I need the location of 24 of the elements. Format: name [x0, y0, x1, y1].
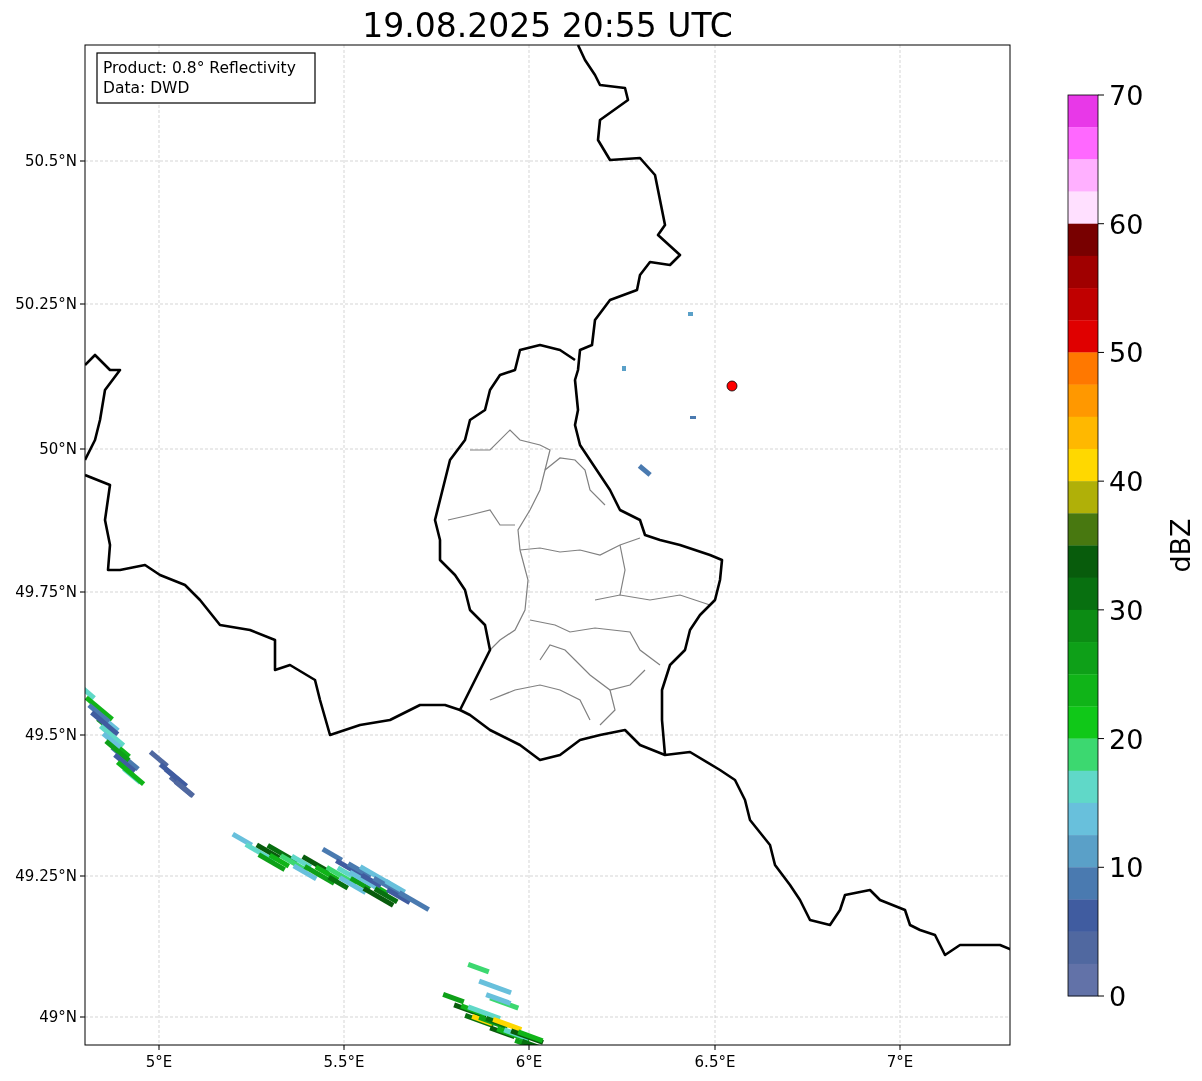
axis-tick-label: 49.75°N	[15, 583, 77, 601]
colorbar-tick-label: 40	[1109, 466, 1144, 498]
colorbar-tick-label: 50	[1109, 337, 1144, 369]
axis-tick-label: 6.5°E	[694, 1053, 736, 1071]
axis-tick-label: 50°N	[39, 440, 77, 458]
colorbar-label: dBZ	[1165, 518, 1196, 573]
axis-tick-label: 50.5°N	[24, 152, 77, 170]
legend-text: Data: DWD	[103, 79, 190, 97]
axis-tick-label: 49.5°N	[24, 726, 77, 744]
colorbar-tick-label: 20	[1109, 723, 1144, 755]
colorbar-tick-label: 30	[1109, 594, 1144, 626]
axis-tick-label: 7°E	[886, 1053, 914, 1071]
legend-text: Product: 0.8° Reflectivity	[103, 59, 296, 77]
axis-tick-label: 50.25°N	[15, 295, 77, 313]
colorbar-tick-label: 10	[1109, 852, 1144, 884]
axis-tick-label: 6°E	[515, 1053, 543, 1071]
axis-tick-label: 5.5°E	[323, 1053, 365, 1071]
axis-tick-label: 49.25°N	[15, 867, 77, 885]
axis-tick-label: 49°N	[39, 1008, 77, 1026]
colorbar-tick-label: 70	[1109, 80, 1144, 111]
axis-tick-label: 5°E	[145, 1053, 173, 1071]
colorbar-tick-label: 60	[1109, 208, 1144, 240]
colorbar-tick-label: 0	[1109, 981, 1127, 1012]
chart-title: 19.08.2025 20:55 UTC	[362, 6, 733, 45]
